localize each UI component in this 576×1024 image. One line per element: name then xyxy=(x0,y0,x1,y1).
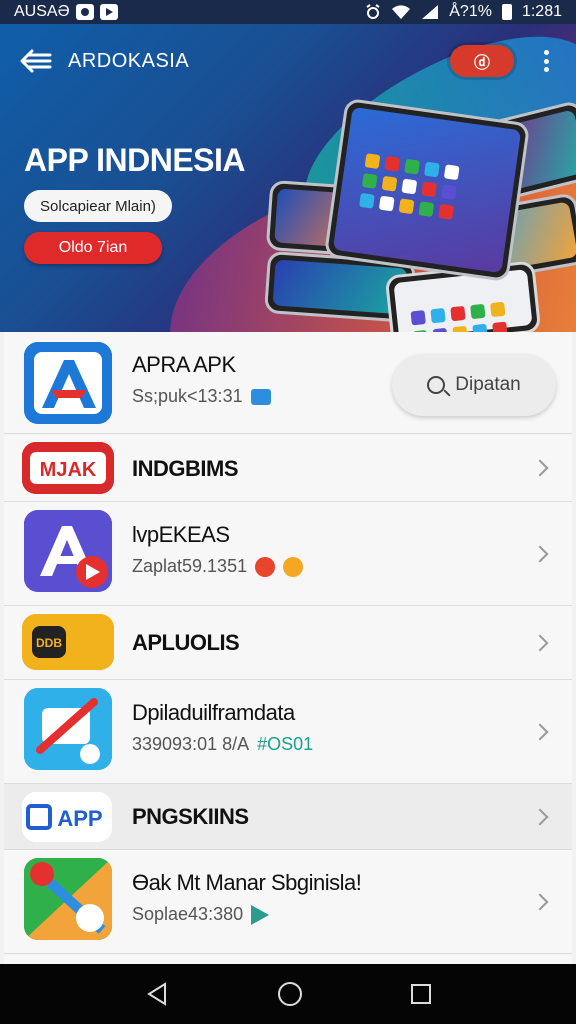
svg-text:DDB: DDB xyxy=(36,636,62,650)
chevron-right-icon xyxy=(531,634,549,651)
signal-icon xyxy=(422,5,439,19)
overflow-menu-icon[interactable] xyxy=(534,46,558,76)
alarm-icon xyxy=(366,4,380,19)
page-title: ARDOKASIA xyxy=(68,49,190,72)
back-arrow-icon[interactable] xyxy=(18,46,54,76)
app-subtitle: Zaplat59.1351 xyxy=(132,556,304,577)
system-nav-bar xyxy=(0,964,576,1024)
hero-cta-button[interactable]: Oldo 7ian xyxy=(24,232,162,264)
app-title: APRA APK xyxy=(132,352,236,377)
emoji-icon xyxy=(283,556,304,577)
app-text: lvpEKEAS Zaplat59.1351 xyxy=(132,522,304,577)
app-title: Dpiladuilframdata xyxy=(132,700,295,725)
app-title: PNGSKIINS xyxy=(132,804,249,829)
search-button[interactable]: Dipatan xyxy=(392,354,556,416)
list-item[interactable]: Ɵak Mt Manar Sbginisla! Soplae43:380 xyxy=(4,850,572,954)
app-text: Ɵak Mt Manar Sbginisla! Soplae43:380 xyxy=(132,870,362,925)
app-title: Ɵak Mt Manar Sbginisla! xyxy=(132,870,362,895)
list-item[interactable]: Dpiladuilframdata 339093:01 8/A #OS01 xyxy=(4,680,572,784)
status-bar: AUSAƏ Å?1% 1:281 xyxy=(0,0,576,24)
app-text: APLUOLIS xyxy=(132,630,240,656)
app-subtitle-accent: #OS01 xyxy=(257,734,314,754)
chevron-right-icon xyxy=(531,723,549,740)
app-subtitle: 339093:01 8/A #OS01 xyxy=(132,734,313,755)
play-store-icon xyxy=(251,904,270,925)
app-logo-no-ads-icon xyxy=(24,688,112,770)
angry-emoji-icon xyxy=(255,556,276,577)
list-item[interactable]: APRA APK Ss;puk<13:31 Dipatan xyxy=(4,332,572,434)
list-item[interactable]: MJAK INDGBIMS xyxy=(4,434,572,502)
app-title: INDGBIMS xyxy=(132,456,239,481)
play-app-icon xyxy=(99,4,118,20)
status-right: Å?1% 1:281 xyxy=(365,3,562,21)
app-subtitle-text: Ss;puk<13:31 xyxy=(132,386,243,406)
app-text: Dpiladuilframdata 339093:01 8/A #OS01 xyxy=(132,700,313,755)
app-list: APRA APK Ss;puk<13:31 Dipatan MJAK INDGB… xyxy=(4,332,572,964)
app-text: PNGSKIINS xyxy=(132,804,249,830)
hero-pill-button[interactable]: Solcapiear Mlain) xyxy=(24,190,172,222)
app-text: APRA APK Ss;puk<13:31 xyxy=(132,352,271,407)
status-left: AUSAƏ xyxy=(14,3,118,21)
profile-badge-icon[interactable]: ⓓ xyxy=(450,45,514,77)
app-subtitle-text: Zaplat59.1351 xyxy=(132,556,248,576)
circle-app-icon xyxy=(75,4,94,20)
list-item[interactable]: lvpEKEAS Zaplat59.1351 xyxy=(4,502,572,606)
nav-home-icon[interactable] xyxy=(277,982,302,1006)
app-subtitle: Soplae43:380 xyxy=(132,904,361,925)
app-bar: ARDOKASIA ⓓ xyxy=(0,24,576,98)
carrier-label: AUSAƏ xyxy=(14,3,70,20)
app-subtitle-text: 339093:01 8/A xyxy=(132,734,250,754)
chevron-right-icon xyxy=(531,893,549,910)
app-title: APLUOLIS xyxy=(132,630,240,655)
svg-text:MJAK: MJAK xyxy=(40,459,97,481)
wifi-icon xyxy=(392,5,411,19)
verified-icon xyxy=(250,388,271,405)
battery-percent: Å?1% xyxy=(449,3,492,20)
app-logo-mjak-icon: MJAK xyxy=(22,442,114,494)
app-logo-map-icon xyxy=(24,858,112,940)
profile-badge-label: ⓓ xyxy=(473,55,490,72)
nav-recents-icon[interactable] xyxy=(411,984,432,1004)
app-logo-app-icon: APP xyxy=(22,792,112,842)
phone-illustration xyxy=(323,97,531,283)
app-subtitle: Ss;puk<13:31 xyxy=(132,386,271,407)
app-logo-a-icon xyxy=(24,342,112,424)
search-button-label: Dipatan xyxy=(455,374,521,395)
list-item[interactable]: DDB APLUOLIS xyxy=(4,606,572,680)
app-subtitle-text: Soplae43:380 xyxy=(132,904,244,924)
app-logo-a-play-icon xyxy=(24,510,112,592)
search-icon xyxy=(427,376,446,394)
chevron-right-icon xyxy=(531,545,549,562)
svg-text:APP: APP xyxy=(57,806,102,831)
app-logo-badge-icon: DDB xyxy=(22,614,114,670)
battery-icon xyxy=(501,4,512,20)
app-title: lvpEKEAS xyxy=(132,522,230,547)
hero-title: APP INDNESIA xyxy=(24,142,246,178)
nav-back-icon[interactable] xyxy=(145,982,169,1006)
chevron-right-icon xyxy=(531,808,549,825)
app-text: INDGBIMS xyxy=(132,456,239,482)
chevron-right-icon xyxy=(531,459,549,476)
clock: 1:281 xyxy=(521,3,562,20)
list-item[interactable]: APP PNGSKIINS xyxy=(4,784,572,850)
